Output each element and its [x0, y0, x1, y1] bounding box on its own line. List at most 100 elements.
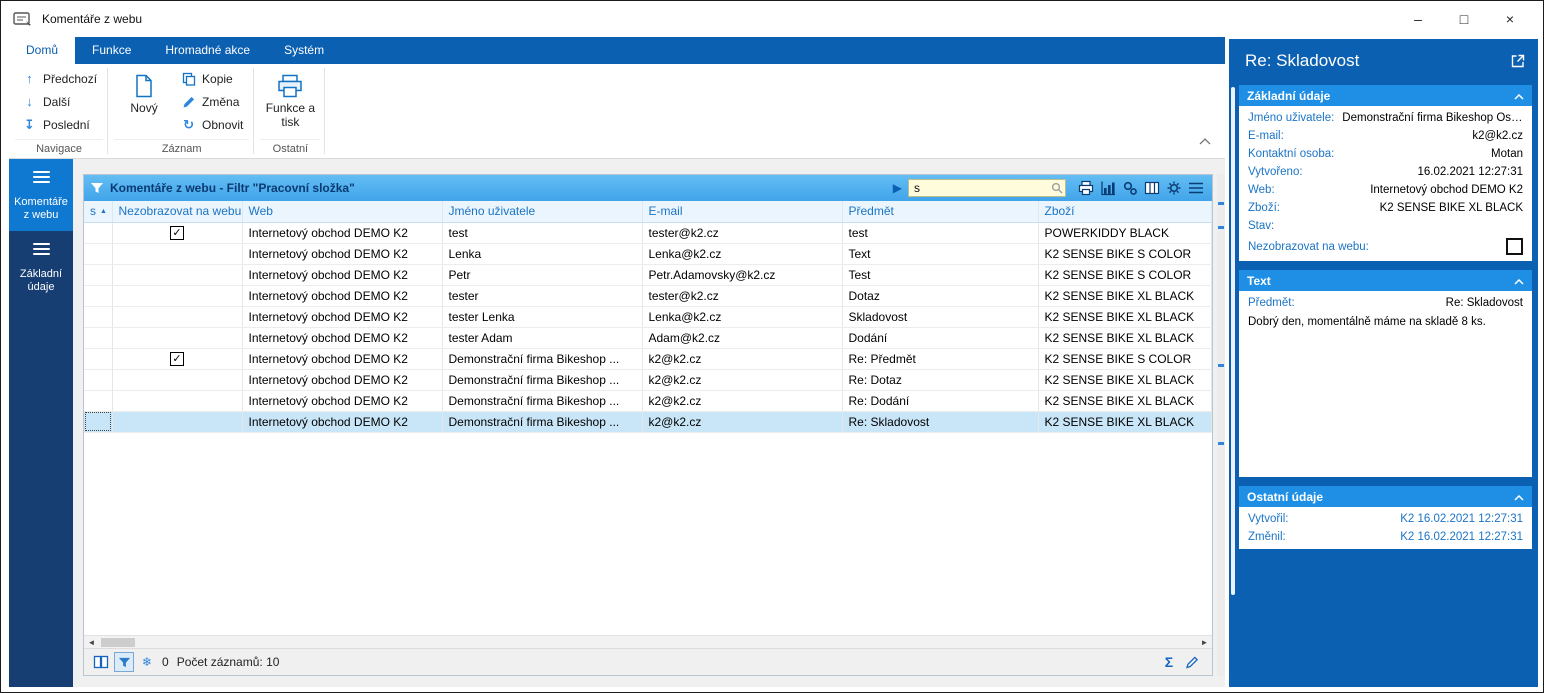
goods-cell[interactable]: K2 SENSE BIKE XL BLACK	[1038, 411, 1212, 433]
email-cell[interactable]: tester@k2.cz	[642, 222, 843, 244]
hide-on-web-cell[interactable]	[112, 411, 243, 433]
hide-on-web-cell[interactable]	[112, 327, 243, 349]
subject-cell[interactable]: Re: Dodání	[842, 390, 1039, 412]
scroll-left-icon[interactable]: ◄	[84, 638, 99, 647]
web-cell[interactable]: Internetový obchod DEMO K2	[242, 222, 443, 244]
email-cell[interactable]: k2@k2.cz	[642, 411, 843, 433]
web-cell[interactable]: Internetový obchod DEMO K2	[242, 327, 443, 349]
book-view-icon[interactable]	[91, 652, 111, 672]
goods-cell[interactable]: K2 SENSE BIKE S COLOR	[1038, 243, 1212, 265]
previous-button[interactable]: ↑ Předchozí	[15, 67, 103, 90]
email-cell[interactable]: tester@k2.cz	[642, 285, 843, 307]
email-cell[interactable]: k2@k2.cz	[642, 390, 843, 412]
email-cell[interactable]: Lenka@k2.cz	[642, 306, 843, 328]
minimize-button[interactable]: –	[1395, 4, 1441, 34]
hide-on-web-cell[interactable]: ✓	[112, 348, 243, 370]
goods-cell[interactable]: K2 SENSE BIKE S COLOR	[1038, 264, 1212, 286]
web-cell[interactable]: Internetový obchod DEMO K2	[242, 243, 443, 265]
table-row[interactable]: ✓ Internetový obchod DEMO K2 Demonstrační …	[84, 348, 1212, 370]
checked-checkbox[interactable]: ✓	[170, 225, 184, 240]
table-row[interactable]: Internetový obchod DEMO K2 Lenka Lenka@k2.…	[84, 243, 1212, 265]
user-cell[interactable]: Petr	[442, 264, 643, 286]
settings-gear-icon[interactable]	[1164, 178, 1184, 198]
email-cell[interactable]: Adam@k2.cz	[642, 327, 843, 349]
checked-checkbox[interactable]: ✓	[170, 351, 184, 366]
column-header-jmeno[interactable]: Jméno uživatele	[442, 201, 643, 223]
tab-system[interactable]: Systém	[267, 37, 341, 64]
web-cell[interactable]: Internetový obchod DEMO K2	[242, 264, 443, 286]
email-cell[interactable]: k2@k2.cz	[642, 348, 843, 370]
hide-on-web-cell[interactable]	[112, 264, 243, 286]
web-cell[interactable]: Internetový obchod DEMO K2	[242, 285, 443, 307]
user-cell[interactable]: tester Adam	[442, 327, 643, 349]
web-cell[interactable]: Internetový obchod DEMO K2	[242, 306, 443, 328]
web-cell[interactable]: Internetový obchod DEMO K2	[242, 411, 443, 433]
subject-cell[interactable]: Re: Dotaz	[842, 369, 1039, 391]
tab-hromadne-akce[interactable]: Hromadné akce	[148, 37, 267, 64]
horizontal-scrollbar[interactable]: ◄ ►	[84, 635, 1212, 648]
hide-on-web-cell[interactable]	[112, 243, 243, 265]
row-status-cell[interactable]	[84, 285, 113, 307]
table-row[interactable]: Internetový obchod DEMO K2 tester tester@k…	[84, 285, 1212, 307]
row-status-cell[interactable]	[84, 327, 113, 349]
subject-cell[interactable]: Dotaz	[842, 285, 1039, 307]
subject-cell[interactable]: Test	[842, 264, 1039, 286]
table-row[interactable]: Internetový obchod DEMO K2 Petr Petr.Adamo…	[84, 264, 1212, 286]
next-button[interactable]: ↓ Další	[15, 90, 103, 113]
user-cell[interactable]: Demonstrační firma Bikeshop ...	[442, 411, 643, 433]
section-header[interactable]: Text	[1239, 270, 1532, 291]
row-status-cell[interactable]	[84, 369, 113, 391]
tab-funkce[interactable]: Funkce	[75, 37, 148, 64]
section-header[interactable]: Základní údaje	[1239, 85, 1532, 106]
last-button[interactable]: ↧ Poslední	[15, 113, 103, 136]
subject-cell[interactable]: test	[842, 222, 1039, 244]
automation-gears-icon[interactable]	[1120, 178, 1140, 198]
row-status-cell[interactable]	[84, 243, 113, 265]
column-header-email[interactable]: E-mail	[642, 201, 843, 223]
goods-cell[interactable]: K2 SENSE BIKE S COLOR	[1038, 348, 1212, 370]
detail-scrollbar[interactable]	[1231, 87, 1235, 595]
scroll-right-icon[interactable]: ►	[1197, 638, 1212, 647]
funkce-a-tisk-button[interactable]: Funkce a tisk	[260, 67, 320, 139]
hide-on-web-cell[interactable]	[112, 285, 243, 307]
sum-icon[interactable]: Σ	[1159, 652, 1179, 672]
row-status-cell[interactable]	[84, 264, 113, 286]
open-external-icon[interactable]	[1510, 53, 1526, 69]
filter-active-icon[interactable]	[114, 652, 134, 672]
record-minimap-scrollbar[interactable]	[1217, 174, 1225, 676]
table-row[interactable]: Internetový obchod DEMO K2 Demonstrační f…	[84, 390, 1212, 412]
edit-pencil-icon[interactable]	[1182, 652, 1202, 672]
section-header[interactable]: Ostatní údaje	[1239, 486, 1532, 507]
hide-on-web-cell[interactable]	[112, 390, 243, 412]
play-filter-button[interactable]: ▶	[893, 181, 902, 195]
chevron-up-icon[interactable]	[1514, 89, 1524, 103]
close-button[interactable]: ×	[1487, 4, 1533, 34]
chevron-up-icon[interactable]	[1514, 274, 1524, 288]
row-status-cell[interactable]	[84, 411, 113, 433]
goods-cell[interactable]: K2 SENSE BIKE XL BLACK	[1038, 327, 1212, 349]
columns-icon[interactable]	[1142, 178, 1162, 198]
table-row[interactable]: ✓ Internetový obchod DEMO K2 test tester@k2…	[84, 222, 1212, 244]
row-status-cell[interactable]	[84, 222, 113, 244]
user-cell[interactable]: Lenka	[442, 243, 643, 265]
grid-menu-icon[interactable]	[1186, 178, 1206, 198]
goods-cell[interactable]: POWERKIDDY BLACK	[1038, 222, 1212, 244]
collapse-ribbon-button[interactable]	[1199, 132, 1211, 150]
user-cell[interactable]: Demonstrační firma Bikeshop ...	[442, 348, 643, 370]
email-cell[interactable]: k2@k2.cz	[642, 369, 843, 391]
row-status-cell[interactable]	[84, 390, 113, 412]
row-status-cell[interactable]	[84, 306, 113, 328]
user-cell[interactable]: Demonstrační firma Bikeshop ...	[442, 369, 643, 391]
web-cell[interactable]: Internetový obchod DEMO K2	[242, 348, 443, 370]
hide-on-web-cell[interactable]	[112, 306, 243, 328]
refresh-button[interactable]: ↻ Obnovit	[174, 113, 249, 136]
column-header-web[interactable]: Web	[242, 201, 443, 223]
print-icon[interactable]	[1076, 178, 1096, 198]
user-cell[interactable]: test	[442, 222, 643, 244]
table-row[interactable]: Internetový obchod DEMO K2 tester Lenka Le…	[84, 306, 1212, 328]
web-cell[interactable]: Internetový obchod DEMO K2	[242, 369, 443, 391]
sidebar-item-zakladni-udaje[interactable]: Základní údaje	[9, 231, 73, 303]
email-cell[interactable]: Petr.Adamovsky@k2.cz	[642, 264, 843, 286]
user-cell[interactable]: Demonstrační firma Bikeshop ...	[442, 390, 643, 412]
column-header-predmet[interactable]: Předmět	[842, 201, 1039, 223]
